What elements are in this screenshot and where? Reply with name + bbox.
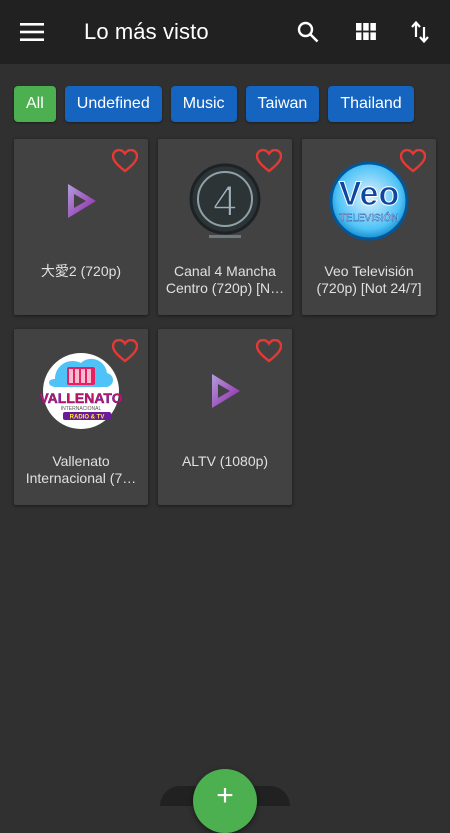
sort-button[interactable] <box>404 16 436 48</box>
channel-card[interactable]: 大愛2 (720p) <box>14 139 148 315</box>
channel-name: Canal 4 Mancha Centro (720p) [N… <box>165 263 285 296</box>
filter-chips: All Undefined Music Taiwan Thailand <box>14 86 414 122</box>
channel-card[interactable]: ALTV (1080p) <box>158 329 292 505</box>
menu-icon <box>20 23 44 41</box>
app-bar: Lo más visto <box>0 0 450 64</box>
add-icon: + <box>216 779 234 812</box>
channel-name: ALTV (1080p) <box>181 453 269 469</box>
add-button[interactable]: + <box>193 769 257 833</box>
favorite-heart-icon[interactable] <box>112 339 138 363</box>
menu-button[interactable] <box>16 18 48 46</box>
channel-name: Vallenato Internacional (7… <box>25 453 137 486</box>
channel-card[interactable]: 4 Canal 4 Mancha Centro (720p) [N… <box>158 139 292 315</box>
search-icon <box>297 21 319 43</box>
svg-text:VALLENATO: VALLENATO <box>39 390 122 406</box>
page-title: Lo más visto <box>84 19 209 44</box>
chip-undefined[interactable]: Undefined <box>64 86 162 122</box>
favorite-heart-icon[interactable] <box>112 149 138 173</box>
favorite-heart-icon[interactable] <box>256 339 282 363</box>
chip-taiwan[interactable]: Taiwan <box>245 86 320 122</box>
channel-name: Veo Televisión (720p) [Not 24/7] <box>316 263 422 296</box>
channel-name: 大愛2 (720p) <box>40 263 122 279</box>
svg-text:TELEVISIÓN: TELEVISIÓN <box>340 211 399 224</box>
svg-text:RADIO & TV: RADIO & TV <box>70 415 105 421</box>
chip-music[interactable]: Music <box>170 86 237 122</box>
grid-view-icon <box>356 23 376 40</box>
svg-text:Veo: Veo <box>339 175 399 213</box>
svg-text:4: 4 <box>213 177 237 226</box>
sort-icon <box>411 21 429 43</box>
favorite-heart-icon[interactable] <box>256 149 282 173</box>
favorite-heart-icon[interactable] <box>400 149 426 173</box>
chip-all[interactable]: All <box>14 86 56 122</box>
grid-view-button[interactable] <box>350 16 382 48</box>
channel-card[interactable]: VALLENATO INTERNACIONAL RADIO & TV Valle… <box>14 329 148 505</box>
chip-thailand[interactable]: Thailand <box>328 86 414 122</box>
svg-text:INTERNACIONAL: INTERNACIONAL <box>61 406 102 412</box>
search-button[interactable] <box>292 16 324 48</box>
channel-card[interactable]: Veo TELEVISIÓN Veo Televisión (720p) [No… <box>302 139 436 315</box>
